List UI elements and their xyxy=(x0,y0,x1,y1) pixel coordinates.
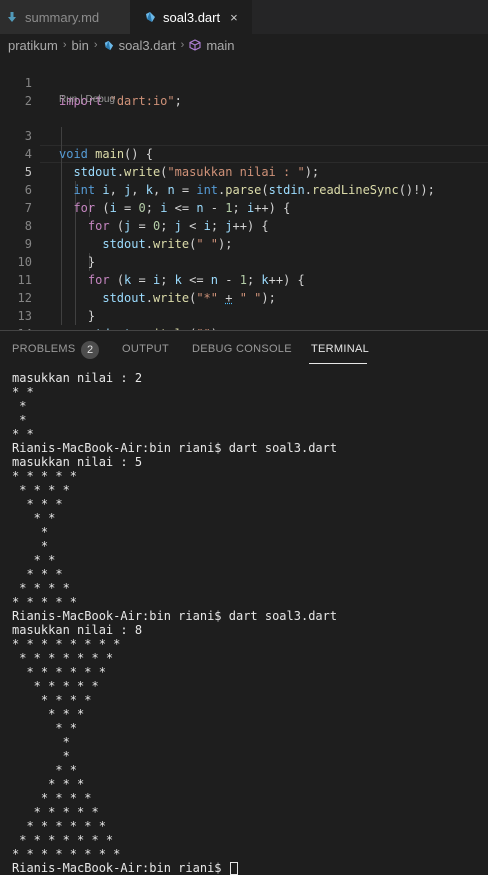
editor-tab-bar: summary.md soal3.dart × xyxy=(0,0,488,34)
tab-problems[interactable]: PROBLEMS xyxy=(12,343,76,355)
terminal-line: * * * xyxy=(12,777,84,791)
terminal-line: * xyxy=(12,525,48,539)
terminal-line: Rianis-MacBook-Air:bin riani$ dart soal3… xyxy=(12,441,337,455)
code-line: 8 stdout.write(" "); xyxy=(0,199,29,217)
terminal-line: * * xyxy=(12,427,34,441)
problems-count-badge: 2 xyxy=(81,341,99,359)
tab-soal3-dart[interactable]: soal3.dart × xyxy=(130,0,252,34)
dart-icon xyxy=(103,40,114,51)
function-cube-icon xyxy=(189,39,201,51)
code-line: 2 xyxy=(0,74,29,92)
terminal-line: * xyxy=(12,735,70,749)
dart-icon xyxy=(144,11,156,23)
terminal-line: * * * xyxy=(12,497,63,511)
code-line: 12 } xyxy=(0,271,29,289)
breadcrumb: pratikum › bin › soal3.dart › main xyxy=(0,34,488,56)
terminal-line: * * xyxy=(12,553,55,567)
code-line: 4 stdout.write("masukkan nilai : "); xyxy=(0,127,29,145)
terminal-line: masukkan nilai : 2 xyxy=(12,371,142,385)
chevron-right-icon: › xyxy=(181,39,185,51)
terminal-cursor xyxy=(230,862,238,875)
terminal-prompt[interactable]: Rianis-MacBook-Air:bin riani$ xyxy=(12,861,238,875)
terminal-line: * xyxy=(12,749,70,763)
terminal-line: masukkan nilai : 8 xyxy=(12,623,142,637)
terminal-line: * * xyxy=(12,385,34,399)
terminal-line: * * * * * * xyxy=(12,665,106,679)
terminal-line: * * * xyxy=(12,707,84,721)
terminal-line: * * xyxy=(12,763,77,777)
code-line: 13 stdout.writeln(""); xyxy=(0,289,29,307)
tab-label: summary.md xyxy=(25,10,99,25)
code-line: 10 for (k = i; k <= n - 1; k++) { xyxy=(0,235,29,253)
breadcrumb-item-main[interactable]: main xyxy=(206,38,234,53)
breadcrumb-item-bin[interactable]: bin xyxy=(72,38,89,53)
terminal-line: * * * * * * * * xyxy=(12,637,120,651)
terminal-line: * xyxy=(12,399,26,413)
terminal-line: * * * * * * * * xyxy=(12,847,120,861)
breadcrumb-item-file[interactable]: soal3.dart xyxy=(119,38,176,53)
code-line-current: 5 int i, j, k, n = int.parse(stdin.readL… xyxy=(0,145,29,163)
tab-debug-console[interactable]: DEBUG CONSOLE xyxy=(192,343,292,355)
code-line: 9 } xyxy=(0,217,29,235)
terminal-line: * * * * * * * xyxy=(12,833,113,847)
code-line: 14 } xyxy=(0,307,29,325)
terminal-line: Rianis-MacBook-Air:bin riani$ dart soal3… xyxy=(12,609,337,623)
tab-terminal[interactable]: TERMINAL xyxy=(311,343,369,355)
tab-label: soal3.dart xyxy=(163,10,220,25)
terminal-line: * * * * xyxy=(12,483,70,497)
code-line: 11 stdout.write("*" + " "); xyxy=(0,253,29,271)
terminal-line: * xyxy=(12,539,48,553)
terminal-line: * * * * xyxy=(12,581,70,595)
code-line: 1 import "dart:io"; xyxy=(0,56,29,74)
terminal-line: * * * * * xyxy=(12,595,77,609)
terminal-line: * xyxy=(12,413,26,427)
codelens-run-debug[interactable]: Run | Debug xyxy=(59,94,115,105)
code-line: 3 void main() { xyxy=(0,109,29,127)
terminal-line: masukkan nilai : 5 xyxy=(12,455,142,469)
terminal-line: * * * * * * * xyxy=(12,651,113,665)
terminal-line: * * xyxy=(12,511,55,525)
active-tab-indicator xyxy=(309,363,367,364)
terminal-line: * * * * * xyxy=(12,469,77,483)
tab-summary-md[interactable]: summary.md xyxy=(0,0,130,34)
chevron-right-icon: › xyxy=(94,39,98,51)
terminal-line: * * * * * xyxy=(12,805,99,819)
bottom-panel: PROBLEMS 2 OUTPUT DEBUG CONSOLE TERMINAL… xyxy=(0,331,488,866)
markdown-icon xyxy=(6,11,18,23)
tab-output[interactable]: OUTPUT xyxy=(122,343,169,355)
panel-tabs: PROBLEMS 2 OUTPUT DEBUG CONSOLE TERMINAL xyxy=(0,331,488,369)
code-line: 6 for (i = 0; i <= n - 1; i++) { xyxy=(0,163,29,181)
breadcrumb-item-pratikum[interactable]: pratikum xyxy=(8,38,58,53)
terminal-line: * * * * * * xyxy=(12,819,106,833)
code-editor[interactable]: 1 import "dart:io"; 2 Run | Debug 3 void… xyxy=(0,56,488,331)
terminal-line: * * * * xyxy=(12,791,91,805)
terminal-line: * * xyxy=(12,721,77,735)
code-line: 7 for (j = 0; j < i; j++) { xyxy=(0,181,29,199)
close-icon[interactable]: × xyxy=(230,10,238,25)
terminal-line: * * * xyxy=(12,567,63,581)
terminal-line: * * * * xyxy=(12,693,91,707)
chevron-right-icon: › xyxy=(63,39,67,51)
terminal-line: * * * * * xyxy=(12,679,99,693)
